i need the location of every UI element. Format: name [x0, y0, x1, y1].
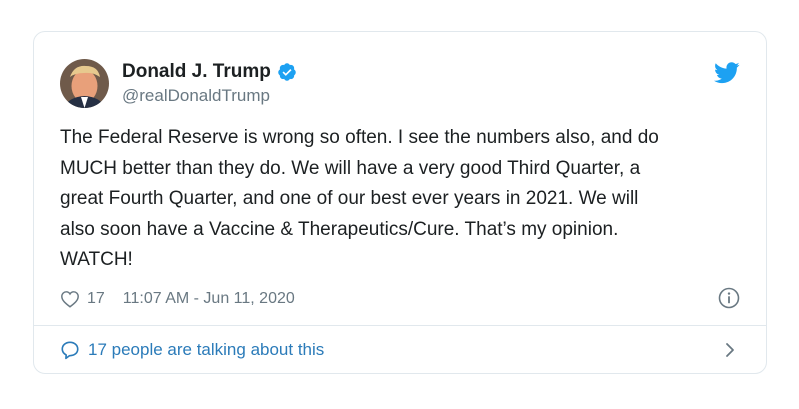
talking-about-label: 17 people are talking about this — [88, 340, 325, 359]
speech-bubble-icon — [61, 341, 79, 360]
like-count: 17 — [87, 290, 105, 307]
tweet-header: Donald J. Trump @realDonaldTrump — [60, 57, 297, 109]
heart-icon — [61, 291, 79, 308]
twitter-bird-icon[interactable] — [714, 62, 740, 84]
talking-about-link[interactable]: 17 people are talking about this — [60, 326, 740, 373]
info-icon[interactable] — [718, 287, 740, 309]
name-row: Donald J. Trump — [122, 60, 297, 84]
tweet-card: Donald J. Trump @realDonaldTrump The Fed… — [33, 31, 767, 374]
author-display-name[interactable]: Donald J. Trump — [122, 61, 271, 83]
verified-badge-icon — [278, 63, 296, 81]
author-handle[interactable]: @realDonaldTrump — [122, 86, 297, 106]
avatar[interactable] — [60, 58, 109, 108]
chevron-right-icon — [726, 343, 734, 357]
tweet-meta: 17 11:07 AM - Jun 11, 2020 — [60, 286, 740, 312]
author-block: Donald J. Trump @realDonaldTrump — [122, 60, 297, 106]
tweet-timestamp[interactable]: 11:07 AM - Jun 11, 2020 — [123, 290, 295, 308]
tweet-text: The Federal Reserve is wrong so often. I… — [60, 127, 659, 270]
avatar-image — [60, 58, 109, 108]
like-button[interactable]: 17 — [60, 290, 105, 308]
